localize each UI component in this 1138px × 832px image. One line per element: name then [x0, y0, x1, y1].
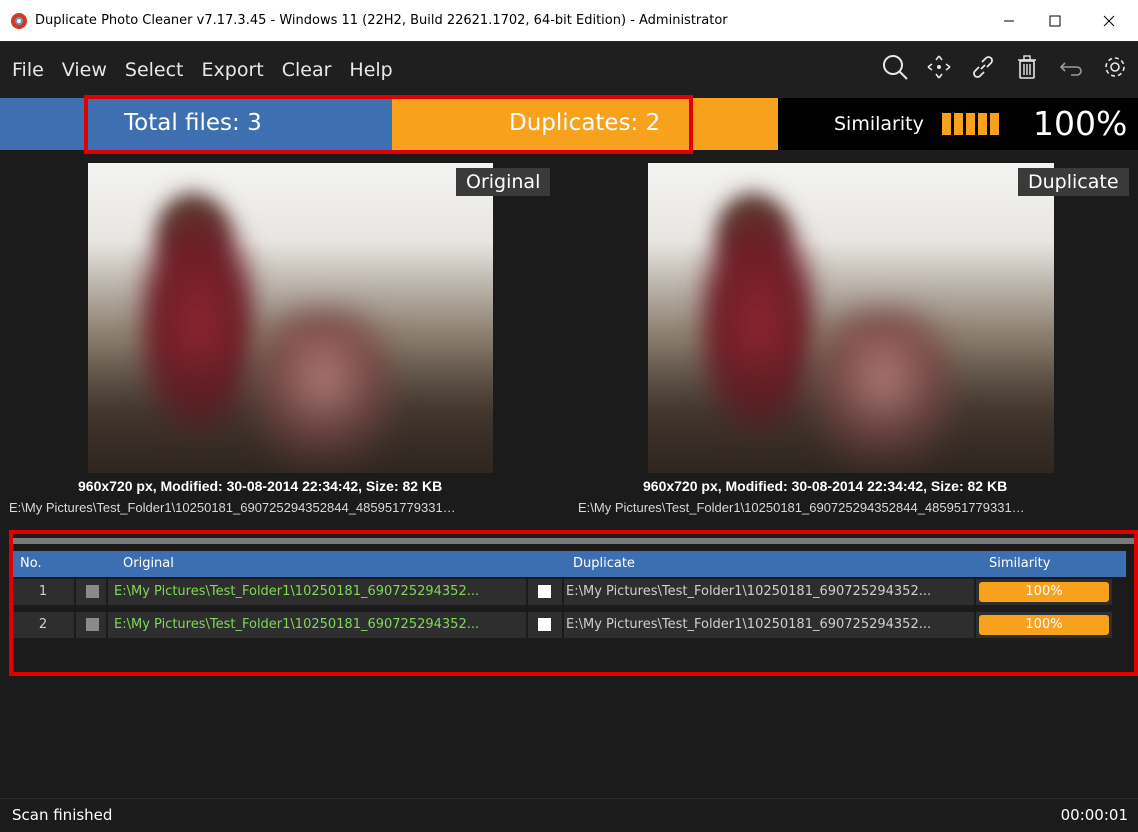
- similarity-value: 100%: [1033, 104, 1128, 143]
- similarity-meter-bar: [990, 113, 999, 135]
- maximize-button[interactable]: [1032, 0, 1078, 42]
- menu-file[interactable]: File: [12, 59, 44, 81]
- menu-help[interactable]: Help: [349, 59, 392, 81]
- menu-view[interactable]: View: [62, 59, 107, 81]
- maximize-icon: [1049, 15, 1061, 27]
- title-bar: Duplicate Photo Cleaner v7.17.3.45 - Win…: [0, 0, 1138, 42]
- highlight-box-table: [9, 530, 1138, 676]
- menu-export[interactable]: Export: [202, 59, 264, 81]
- similarity-meter-bar: [978, 113, 987, 135]
- status-text: Scan finished: [12, 806, 113, 824]
- duplicate-path: E:\My Pictures\Test_Folder1\10250181_690…: [578, 500, 1025, 515]
- duplicate-tag: Duplicate: [1018, 168, 1129, 196]
- search-icon: [883, 55, 908, 80]
- original-path: E:\My Pictures\Test_Folder1\10250181_690…: [9, 500, 456, 515]
- window-title: Duplicate Photo Cleaner v7.17.3.45 - Win…: [35, 13, 728, 28]
- undo-icon: [1059, 62, 1082, 76]
- original-photo[interactable]: [88, 163, 493, 473]
- gear-icon: [1105, 57, 1125, 77]
- original-tag: Original: [456, 168, 551, 196]
- undo-button[interactable]: [1056, 52, 1086, 82]
- search-button[interactable]: [880, 52, 910, 82]
- menu-select[interactable]: Select: [125, 59, 184, 81]
- link-icon: [973, 56, 993, 78]
- similarity-meter: [942, 113, 999, 135]
- close-icon: [1103, 15, 1115, 27]
- status-bar: Scan finished 00:00:01: [0, 798, 1138, 832]
- similarity-meter-bar: [966, 113, 975, 135]
- settings-button[interactable]: [1100, 52, 1130, 82]
- link-button[interactable]: [968, 52, 998, 82]
- delete-button[interactable]: [1012, 52, 1042, 82]
- minimize-button[interactable]: [986, 0, 1032, 42]
- minimize-icon: [1004, 20, 1014, 22]
- duplicate-photo[interactable]: [648, 163, 1054, 473]
- trash-icon: [1018, 55, 1036, 79]
- move-icon: [927, 55, 951, 79]
- close-button[interactable]: [1086, 0, 1132, 42]
- similarity-label: Similarity: [834, 113, 924, 135]
- highlight-box-stats: [84, 95, 693, 154]
- app-icon: [11, 12, 27, 29]
- toolbar: [880, 52, 1130, 82]
- similarity-meter-bar: [942, 113, 951, 135]
- duplicate-info: 960x720 px, Modified: 30-08-2014 22:34:4…: [643, 478, 1008, 494]
- menu-clear[interactable]: Clear: [282, 59, 332, 81]
- similarity-meter-bar: [954, 113, 963, 135]
- original-info: 960x720 px, Modified: 30-08-2014 22:34:4…: [78, 478, 443, 494]
- elapsed-time: 00:00:01: [1060, 806, 1128, 824]
- move-button[interactable]: [924, 52, 954, 82]
